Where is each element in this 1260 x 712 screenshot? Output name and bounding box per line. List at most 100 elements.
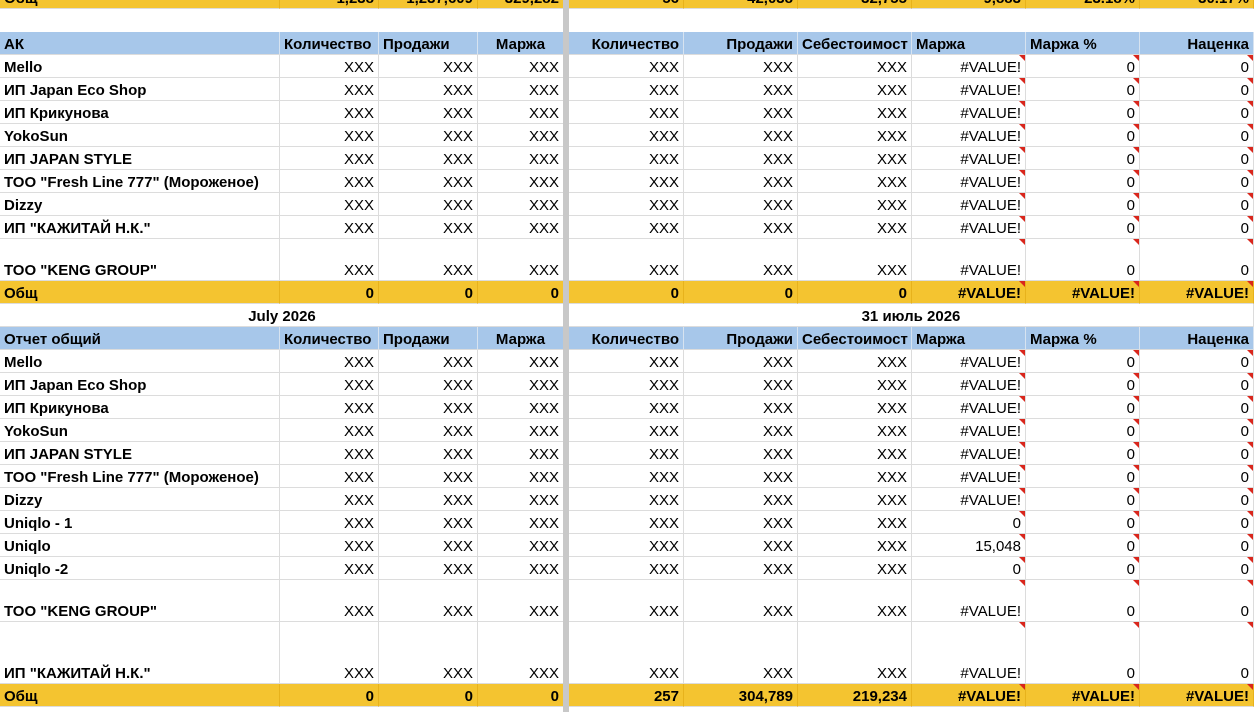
total-cell[interactable]: #VALUE! [1140, 684, 1254, 707]
data-cell[interactable]: XXX [798, 193, 912, 216]
data-cell[interactable]: XXX [280, 124, 379, 147]
data-cell[interactable]: XXX [569, 419, 684, 442]
data-cell[interactable]: XXX [798, 557, 912, 580]
data-cell[interactable]: #VALUE! [912, 216, 1026, 239]
data-cell[interactable]: 15,048 [912, 534, 1026, 557]
total-cell[interactable]: #VALUE! [1026, 281, 1140, 304]
total-cell[interactable]: #VALUE! [912, 684, 1026, 707]
data-cell[interactable]: 0 [1140, 580, 1254, 622]
data-cell[interactable]: #VALUE! [912, 55, 1026, 78]
data-cell[interactable]: 0 [1140, 534, 1254, 557]
data-cell[interactable]: 0 [1140, 78, 1254, 101]
row-label[interactable]: ИП Крикунова [0, 396, 280, 419]
data-cell[interactable]: XXX [280, 511, 379, 534]
column-header[interactable]: Продажи [379, 327, 478, 350]
data-cell[interactable]: XXX [280, 622, 379, 684]
data-cell[interactable]: XXX [684, 442, 798, 465]
data-cell[interactable]: XXX [569, 170, 684, 193]
total-cell[interactable]: 0 [478, 684, 564, 707]
data-cell[interactable]: 0 [1140, 170, 1254, 193]
data-cell[interactable]: XXX [379, 622, 478, 684]
data-cell[interactable]: XXX [379, 124, 478, 147]
row-label[interactable]: ИП Крикунова [0, 101, 280, 124]
data-cell[interactable]: XXX [569, 101, 684, 124]
data-cell[interactable]: 0 [1026, 101, 1140, 124]
total-cell[interactable]: 56 [569, 0, 684, 9]
total-cell[interactable]: 329,282 [478, 0, 564, 9]
data-cell[interactable]: XXX [478, 396, 564, 419]
row-label[interactable]: ТОО "KENG GROUP" [0, 580, 280, 622]
total-cell[interactable]: 32,755 [798, 0, 912, 9]
row-label[interactable]: Mello [0, 350, 280, 373]
data-cell[interactable]: #VALUE! [912, 101, 1026, 124]
data-cell[interactable]: XXX [280, 101, 379, 124]
data-cell[interactable]: 0 [1140, 511, 1254, 534]
data-cell[interactable]: 0 [1026, 488, 1140, 511]
column-header[interactable]: Продажи [684, 32, 798, 55]
data-cell[interactable]: XXX [798, 78, 912, 101]
column-header[interactable]: Маржа [912, 327, 1026, 350]
column-header[interactable]: Наценка [1140, 327, 1254, 350]
data-cell[interactable]: 0 [1140, 193, 1254, 216]
data-cell[interactable]: XXX [379, 350, 478, 373]
data-cell[interactable]: 0 [1026, 170, 1140, 193]
data-cell[interactable]: XXX [798, 101, 912, 124]
row-label[interactable]: ИП JAPAN STYLE [0, 147, 280, 170]
data-cell[interactable]: #VALUE! [912, 239, 1026, 281]
total-cell[interactable]: 1,238 [280, 0, 379, 9]
column-header[interactable]: Отчет общий [0, 327, 280, 350]
column-header[interactable]: Маржа [912, 32, 1026, 55]
data-cell[interactable]: XXX [280, 488, 379, 511]
data-cell[interactable]: XXX [280, 170, 379, 193]
data-cell[interactable]: 0 [1140, 216, 1254, 239]
data-cell[interactable]: XXX [280, 78, 379, 101]
data-cell[interactable]: XXX [798, 396, 912, 419]
total-cell[interactable]: 0 [280, 684, 379, 707]
total-cell[interactable]: #VALUE! [912, 281, 1026, 304]
data-cell[interactable]: #VALUE! [912, 147, 1026, 170]
data-cell[interactable]: XXX [280, 239, 379, 281]
data-cell[interactable]: XXX [478, 239, 564, 281]
total-cell[interactable]: 23.18% [1026, 0, 1140, 9]
row-label[interactable]: YokoSun [0, 124, 280, 147]
data-cell[interactable]: XXX [379, 101, 478, 124]
data-cell[interactable]: 0 [1140, 622, 1254, 684]
data-cell[interactable]: XXX [478, 511, 564, 534]
data-cell[interactable]: 0 [1026, 396, 1140, 419]
data-cell[interactable]: XXX [569, 488, 684, 511]
data-cell[interactable]: XXX [379, 465, 478, 488]
data-cell[interactable]: XXX [280, 373, 379, 396]
data-cell[interactable]: XXX [280, 350, 379, 373]
data-cell[interactable]: #VALUE! [912, 170, 1026, 193]
data-cell[interactable]: #VALUE! [912, 350, 1026, 373]
column-header[interactable]: Количество [280, 327, 379, 350]
data-cell[interactable]: XXX [798, 511, 912, 534]
data-cell[interactable]: XXX [684, 193, 798, 216]
row-label[interactable]: Mello [0, 55, 280, 78]
data-cell[interactable]: XXX [569, 147, 684, 170]
data-cell[interactable]: 0 [1026, 465, 1140, 488]
data-cell[interactable]: 0 [1026, 216, 1140, 239]
column-header[interactable]: Количество [569, 327, 684, 350]
data-cell[interactable]: XXX [478, 55, 564, 78]
data-cell[interactable]: XXX [569, 193, 684, 216]
data-cell[interactable]: XXX [684, 511, 798, 534]
row-label[interactable]: Uniqlo -2 [0, 557, 280, 580]
data-cell[interactable]: XXX [478, 622, 564, 684]
data-cell[interactable]: 0 [1140, 124, 1254, 147]
data-cell[interactable]: XXX [379, 216, 478, 239]
section-title-left[interactable]: July 2026 [0, 304, 564, 327]
data-cell[interactable]: XXX [379, 419, 478, 442]
row-label[interactable]: ИП Japan Eco Shop [0, 373, 280, 396]
data-cell[interactable]: 0 [1026, 511, 1140, 534]
data-cell[interactable]: XXX [798, 350, 912, 373]
data-cell[interactable]: XXX [684, 396, 798, 419]
data-cell[interactable]: XXX [478, 101, 564, 124]
data-cell[interactable]: XXX [478, 78, 564, 101]
data-cell[interactable]: XXX [478, 124, 564, 147]
data-cell[interactable]: XXX [379, 396, 478, 419]
column-header[interactable]: Продажи [379, 32, 478, 55]
data-cell[interactable]: XXX [478, 442, 564, 465]
column-header[interactable]: Маржа % [1026, 327, 1140, 350]
column-header[interactable]: АК [0, 32, 280, 55]
